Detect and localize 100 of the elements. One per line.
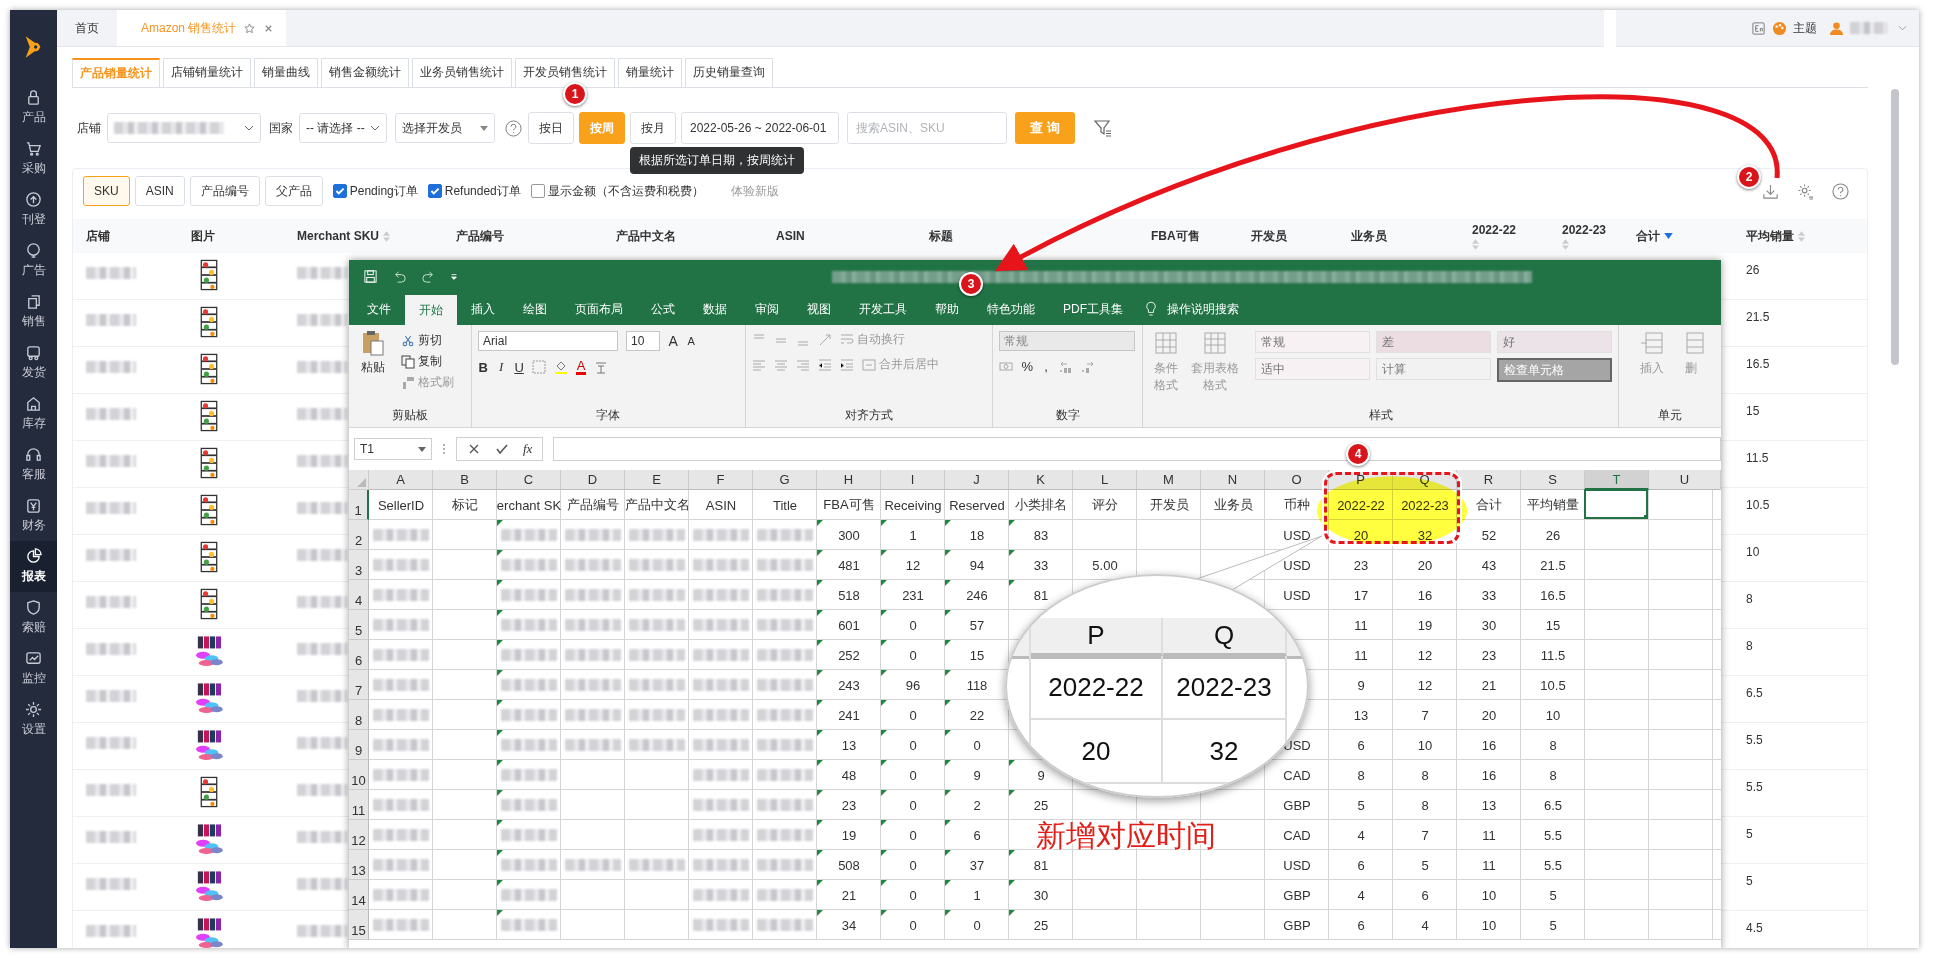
store-select[interactable] bbox=[107, 113, 261, 143]
sidebar-item[interactable]: 设置 bbox=[10, 694, 57, 745]
ribbon-tab[interactable]: 视图 bbox=[793, 293, 845, 325]
search-hint[interactable]: 操作说明搜索 bbox=[1167, 300, 1239, 318]
ribbon-tab[interactable]: PDF工具集 bbox=[1049, 293, 1137, 325]
row-header[interactable]: 1 bbox=[349, 490, 369, 520]
name-box[interactable]: T1 bbox=[354, 438, 432, 460]
sort-icon[interactable] bbox=[1562, 238, 1569, 250]
save-icon[interactable] bbox=[363, 269, 378, 284]
font-style-button[interactable]: B bbox=[478, 359, 489, 375]
column-header[interactable]: G bbox=[753, 470, 817, 490]
formula-field[interactable] bbox=[553, 437, 1721, 461]
sort-descending-icon[interactable] bbox=[1664, 233, 1673, 239]
row-header[interactable]: 13 bbox=[349, 850, 369, 880]
phonetic-icon[interactable] bbox=[594, 360, 609, 374]
row-header[interactable]: 8 bbox=[349, 700, 369, 730]
row-header[interactable]: 4 bbox=[349, 580, 369, 610]
cancel-icon[interactable] bbox=[467, 442, 481, 456]
fill-bucket-icon[interactable] bbox=[554, 360, 569, 374]
ribbon-tab[interactable]: 帮助 bbox=[921, 293, 973, 325]
column-header[interactable]: J bbox=[945, 470, 1009, 490]
sidebar-item[interactable]: 刊登 bbox=[10, 184, 57, 235]
font-select[interactable]: Arial bbox=[478, 331, 619, 351]
developer-select[interactable]: 选择开发员 bbox=[395, 113, 495, 143]
ribbon-tab[interactable]: 绘图 bbox=[509, 293, 561, 325]
border-icon[interactable] bbox=[532, 360, 547, 374]
row-header[interactable]: 3 bbox=[349, 550, 369, 580]
ribbon-tab[interactable]: 数据 bbox=[689, 293, 741, 325]
sidebar-item[interactable]: 产品 bbox=[10, 82, 57, 133]
row-header[interactable]: 6 bbox=[349, 640, 369, 670]
column-header[interactable]: K bbox=[1009, 470, 1073, 490]
country-select[interactable]: -- 请选择 -- bbox=[299, 113, 387, 143]
cut-button[interactable]: 剪切 bbox=[401, 332, 454, 349]
check-icon[interactable] bbox=[495, 442, 509, 456]
group-button[interactable]: 父产品 bbox=[264, 176, 323, 206]
drag-handle-icon[interactable] bbox=[442, 442, 446, 456]
font-style-button[interactable]: I bbox=[496, 359, 507, 375]
user-icon[interactable] bbox=[1829, 20, 1844, 36]
column-header[interactable]: B bbox=[433, 470, 497, 490]
period-button[interactable]: 按月 bbox=[630, 112, 676, 144]
column-header[interactable]: C bbox=[497, 470, 561, 490]
ribbon-tab[interactable]: 开始 bbox=[405, 295, 457, 325]
row-header[interactable]: 15 bbox=[349, 910, 369, 940]
copy-button[interactable]: 复制 bbox=[401, 353, 454, 370]
align-left-icon[interactable] bbox=[751, 357, 766, 372]
sort-icon[interactable] bbox=[383, 230, 390, 242]
checkbox[interactable] bbox=[530, 184, 545, 198]
checkbox[interactable] bbox=[332, 184, 347, 198]
help-icon[interactable] bbox=[505, 119, 522, 137]
ribbon-tab[interactable]: 审阅 bbox=[741, 293, 793, 325]
row-header[interactable]: 14 bbox=[349, 880, 369, 910]
ribbon-tab[interactable]: 文件 bbox=[353, 293, 405, 325]
scrollbar[interactable] bbox=[1891, 89, 1899, 365]
sidebar-item[interactable]: 监控 bbox=[10, 643, 57, 694]
column-header[interactable]: O bbox=[1265, 470, 1329, 490]
font-style-button[interactable]: U bbox=[514, 359, 525, 375]
settings-icon[interactable] bbox=[1797, 182, 1814, 200]
sort-icon[interactable] bbox=[1472, 238, 1479, 250]
row-header[interactable]: 2 bbox=[349, 520, 369, 550]
download-icon[interactable] bbox=[1762, 182, 1779, 200]
theme-label[interactable]: 主题 bbox=[1793, 19, 1817, 37]
column-header[interactable]: T bbox=[1585, 470, 1649, 490]
checkbox-label[interactable]: Pending订单 bbox=[349, 182, 418, 200]
sidebar-item[interactable]: 财务 bbox=[10, 490, 57, 541]
report-tab[interactable]: 销量曲线 bbox=[254, 58, 318, 87]
column-header[interactable]: H bbox=[817, 470, 881, 490]
date-range-field[interactable]: 2022-05-26 ~ 2022-06-01 bbox=[681, 112, 839, 144]
cell-style[interactable]: 适中 bbox=[1255, 358, 1370, 380]
shrink-font-button[interactable]: A bbox=[686, 335, 697, 347]
sidebar-item[interactable]: 客服 bbox=[10, 439, 57, 490]
search-field[interactable]: 搜索ASIN、SKU bbox=[847, 112, 1007, 144]
sidebar-item[interactable]: 索赔 bbox=[10, 592, 57, 643]
column-header[interactable]: M bbox=[1137, 470, 1201, 490]
indent-icon[interactable] bbox=[839, 357, 854, 372]
checkbox[interactable] bbox=[427, 184, 442, 198]
star-icon[interactable] bbox=[244, 22, 256, 34]
sidebar-item[interactable]: 广告 bbox=[10, 235, 57, 286]
cell-style[interactable]: 差 bbox=[1376, 331, 1491, 353]
grow-font-button[interactable]: A bbox=[668, 333, 679, 349]
checkbox-label[interactable]: 显示金额（不含运费和税费） bbox=[547, 182, 704, 200]
cell-style[interactable]: 好 bbox=[1497, 331, 1612, 353]
column-header[interactable]: L bbox=[1073, 470, 1137, 490]
column-header[interactable]: F bbox=[689, 470, 753, 490]
row-header[interactable]: 10 bbox=[349, 760, 369, 790]
report-tab[interactable]: 开发员销售统计 bbox=[515, 58, 615, 87]
row-header[interactable]: 5 bbox=[349, 610, 369, 640]
ribbon-tab[interactable]: 开发工具 bbox=[845, 293, 921, 325]
insert-function-button[interactable]: fx bbox=[523, 441, 533, 457]
align-right-icon[interactable] bbox=[795, 357, 810, 372]
select-all-button[interactable] bbox=[349, 470, 369, 490]
column-header[interactable]: D bbox=[561, 470, 625, 490]
ribbon-tab[interactable]: 公式 bbox=[637, 293, 689, 325]
column-header[interactable]: S bbox=[1521, 470, 1585, 490]
period-button[interactable]: 按日 bbox=[528, 112, 574, 144]
group-button[interactable]: ASIN bbox=[134, 176, 185, 206]
row-header[interactable]: 7 bbox=[349, 670, 369, 700]
report-tab[interactable]: 店铺销量统计 bbox=[163, 58, 251, 87]
ribbon-tab[interactable]: 插入 bbox=[457, 293, 509, 325]
column-header[interactable]: I bbox=[881, 470, 945, 490]
customize-icon[interactable] bbox=[450, 272, 458, 281]
